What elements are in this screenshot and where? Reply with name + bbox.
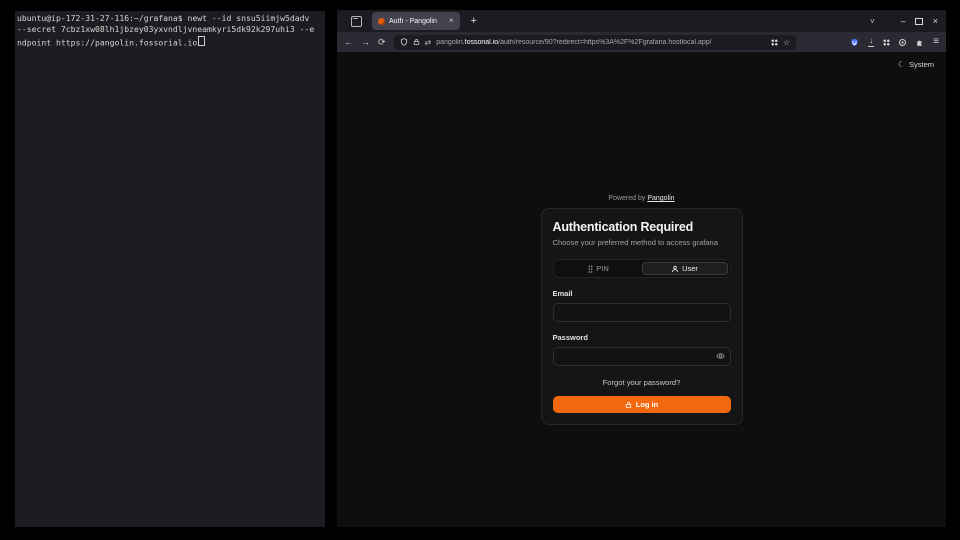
- browser-toolbar: ← → ⟳ ⇄ pangolin.fossorial.io/auth/resou…: [337, 32, 946, 52]
- puzzle-extensions-icon[interactable]: [915, 38, 924, 47]
- terminal-line: ubuntu@ip-172-31-27-116:~/grafana$ newt …: [17, 13, 325, 24]
- window-maximize-button[interactable]: [915, 18, 923, 25]
- tab-list-chevron-icon[interactable]: ˅: [870, 17, 875, 26]
- auth-section: Powered by Pangolin Authentication Requi…: [541, 195, 743, 425]
- forward-icon[interactable]: →: [361, 38, 370, 47]
- url-path: /auth/resource/90?redirect=https%3A%2F%2…: [498, 39, 711, 46]
- privacy-extension-icon[interactable]: [899, 39, 906, 46]
- container-switch-icon[interactable]: ⇄: [425, 38, 432, 47]
- desktop: ubuntu@ip-172-31-27-116:~/grafana$ newt …: [0, 0, 960, 540]
- theme-toggle-label: System: [909, 60, 934, 69]
- page-content: ☾ System Powered by Pangolin Authenticat…: [337, 52, 946, 527]
- url-domain: fossorial.io: [465, 39, 498, 46]
- terminal-line: --secret 7cbz1xw08lh1jbzey03yxvndljvneam…: [17, 24, 325, 35]
- terminal-line: ndpoint https://pangolin.fossorial.io: [17, 36, 325, 49]
- window-minimize-button[interactable]: –: [901, 17, 906, 26]
- adblock-extension-icon[interactable]: [850, 38, 859, 47]
- auth-card: Authentication Required Choose your pref…: [541, 208, 743, 425]
- powered-by-text: Powered by: [608, 195, 645, 202]
- tab-close-icon[interactable]: ×: [449, 17, 454, 25]
- moon-icon: ☾: [898, 60, 905, 69]
- theme-toggle[interactable]: ☾ System: [898, 60, 934, 69]
- password-field-wrap: [553, 346, 731, 366]
- window-close-button[interactable]: ×: [933, 17, 938, 26]
- tab-pin[interactable]: PIN: [556, 262, 642, 275]
- lock-icon[interactable]: [413, 38, 420, 46]
- url-subdomain: pangolin.: [436, 39, 464, 46]
- email-field-wrap: [553, 302, 731, 322]
- browser-window: Auth - Pangolin × + ˅ – × ← → ⟳: [337, 10, 946, 527]
- password-label: Password: [553, 333, 731, 342]
- terminal-cursor: [198, 36, 205, 47]
- pin-keypad-icon: [588, 265, 593, 273]
- tab-user-label: User: [682, 264, 698, 273]
- password-field[interactable]: [553, 347, 731, 366]
- browser-tab-active[interactable]: Auth - Pangolin ×: [372, 12, 460, 30]
- hamburger-menu-icon[interactable]: ≡: [933, 37, 939, 47]
- reload-icon[interactable]: ⟳: [378, 38, 386, 47]
- pangolin-link[interactable]: Pangolin: [647, 195, 674, 202]
- login-button[interactable]: Log in: [553, 396, 731, 413]
- url-bar[interactable]: ⇄ pangolin.fossorial.io/auth/resource/90…: [394, 35, 797, 50]
- card-title: Authentication Required: [553, 220, 731, 234]
- email-field[interactable]: [553, 303, 731, 322]
- powered-by: Powered by Pangolin: [541, 195, 743, 202]
- auth-method-tabs: PIN User: [553, 259, 731, 278]
- forgot-password-link[interactable]: Forgot your password?: [553, 378, 731, 387]
- new-tab-button[interactable]: +: [471, 16, 477, 27]
- extensions-grid-icon[interactable]: [883, 39, 890, 46]
- terminal-window[interactable]: ubuntu@ip-172-31-27-116:~/grafana$ newt …: [15, 11, 325, 527]
- back-icon[interactable]: ←: [344, 38, 353, 47]
- tab-title: Auth - Pangolin: [389, 18, 437, 25]
- login-button-label: Log in: [636, 400, 659, 409]
- show-password-eye-icon[interactable]: [716, 352, 725, 361]
- card-subtitle: Choose your preferred method to access g…: [553, 238, 731, 247]
- email-label: Email: [553, 289, 731, 298]
- tab-pin-label: PIN: [596, 264, 609, 273]
- browser-tab-bar: Auth - Pangolin × + ˅ – ×: [337, 10, 946, 32]
- shortcuts-grid-icon[interactable]: [771, 39, 778, 46]
- tab-user[interactable]: User: [642, 262, 728, 275]
- user-icon: [671, 265, 679, 273]
- pangolin-favicon-icon: [378, 18, 385, 25]
- extension-buttons: ↓ ≡: [850, 37, 939, 47]
- bookmark-star-icon[interactable]: ☆: [783, 38, 790, 47]
- terminal-line-text: ndpoint https://pangolin.fossorial.io: [17, 37, 197, 47]
- login-lock-icon: [625, 401, 632, 409]
- download-icon[interactable]: ↓: [868, 37, 874, 47]
- firefox-view-icon[interactable]: [351, 16, 362, 27]
- tracking-shield-icon[interactable]: [400, 38, 408, 46]
- url-text[interactable]: pangolin.fossorial.io/auth/resource/90?r…: [436, 39, 766, 46]
